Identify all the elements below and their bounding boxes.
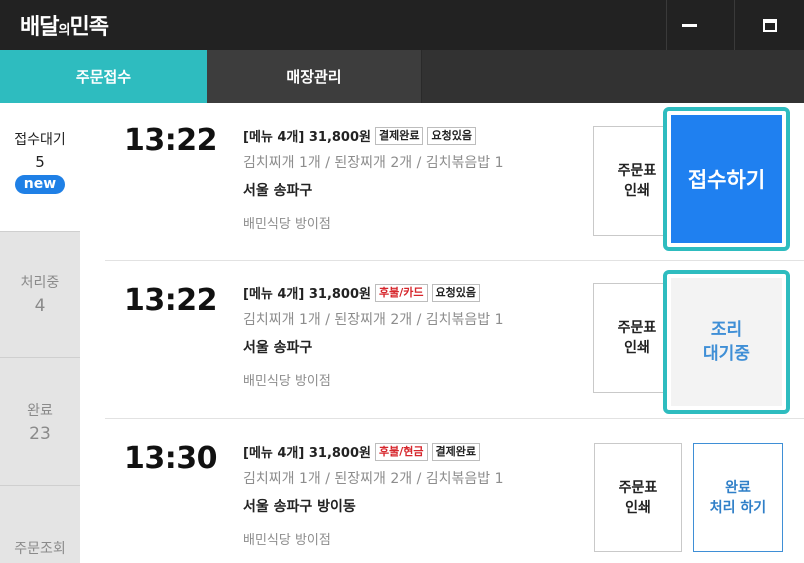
maximize-icon bbox=[762, 18, 777, 32]
sidebar-item-count: 5 bbox=[35, 153, 45, 171]
sidebar-item-label: 완료 bbox=[27, 403, 53, 419]
order-address: 서울 송파구 bbox=[243, 340, 313, 356]
minimize-button[interactable] bbox=[666, 0, 712, 50]
sidebar-item-order-lookup[interactable]: 주문조회 bbox=[0, 485, 80, 563]
order-menu: 김치찌개 1개 / 된장찌개 2개 / 김치볶음밥 1 bbox=[243, 155, 504, 171]
sidebar-item-count: 23 bbox=[29, 424, 51, 444]
print-label-line1: 주문표 bbox=[617, 163, 657, 179]
payment-tag: 후불/현금 bbox=[375, 442, 428, 461]
payment-tag: 결제완료 bbox=[375, 126, 424, 145]
complete-label-line1: 완료 bbox=[725, 479, 751, 496]
order-time: 13:22 bbox=[124, 123, 218, 158]
print-label-line2: 인쇄 bbox=[625, 499, 651, 516]
accept-button-frame: 접수하기 bbox=[663, 107, 790, 251]
complete-label-line2: 처리 하기 bbox=[709, 499, 767, 516]
sidebar: 접수대기 5 new 처리중 4 완료 23 주문조회 bbox=[0, 103, 80, 563]
sidebar-item-completed[interactable]: 완료 23 bbox=[0, 357, 80, 485]
order-time: 13:30 bbox=[124, 441, 218, 476]
accept-label: 접수하기 bbox=[687, 168, 766, 192]
sidebar-item-count: 4 bbox=[34, 296, 46, 316]
cooking-label-line1: 조리 bbox=[710, 320, 743, 340]
title-bar: 배달의민족 bbox=[0, 0, 804, 50]
order-store: 배민식당 방이점 bbox=[243, 217, 331, 232]
sidebar-item-label: 접수대기 bbox=[14, 132, 66, 148]
cooking-status-frame: 조리 대기중 bbox=[663, 270, 790, 414]
payment-tag: 후불/카드 bbox=[375, 283, 428, 302]
main-tabs: 주문접수 매장관리 bbox=[0, 50, 804, 103]
order-store: 배민식당 방이점 bbox=[243, 533, 331, 548]
order-address: 서울 송파구 방이동 bbox=[243, 499, 356, 515]
cooking-label-line2: 대기중 bbox=[703, 344, 750, 364]
print-label-line2: 인쇄 bbox=[624, 183, 650, 199]
request-tag: 요청있음 bbox=[431, 283, 480, 302]
maximize-button[interactable] bbox=[734, 0, 804, 50]
cooking-waiting-button[interactable]: 조리 대기중 bbox=[671, 278, 782, 406]
order-time: 13:22 bbox=[124, 283, 218, 318]
print-label-line2: 인쇄 bbox=[624, 340, 650, 356]
order-info: [메뉴 4개] 31,800원 결제완료 요청있음 김치찌개 1개 / 된장찌개… bbox=[243, 126, 588, 232]
complete-order-button[interactable]: 완료 처리 하기 bbox=[693, 443, 783, 552]
order-store: 배민식당 방이점 bbox=[243, 374, 331, 389]
minimize-icon bbox=[682, 23, 697, 27]
accept-button[interactable]: 접수하기 bbox=[671, 115, 782, 243]
order-info: [메뉴 4개] 31,800원 후불/카드 요청있음 김치찌개 1개 / 된장찌… bbox=[243, 283, 588, 389]
tab-store-management[interactable]: 매장관리 bbox=[207, 50, 422, 103]
sidebar-item-label: 처리중 bbox=[20, 275, 60, 291]
order-row: 13:30 [메뉴 4개] 31,800원 후불/현금 결제완료 김치찌개 1개… bbox=[105, 419, 804, 563]
logo-text-small: 의 bbox=[58, 23, 70, 38]
order-menu: 김치찌개 1개 / 된장찌개 2개 / 김치볶음밥 1 bbox=[243, 312, 504, 328]
order-summary: [메뉴 4개] 31,800원 bbox=[243, 130, 371, 145]
order-summary: [메뉴 4개] 31,800원 bbox=[243, 287, 371, 302]
sidebar-item-processing[interactable]: 처리중 4 bbox=[0, 231, 80, 357]
order-summary: [메뉴 4개] 31,800원 bbox=[243, 446, 371, 461]
status-tag: 결제완료 bbox=[431, 442, 480, 461]
order-row: 13:22 [메뉴 4개] 31,800원 후불/카드 요청있음 김치찌개 1개… bbox=[105, 261, 804, 419]
logo-text-end: 민족 bbox=[69, 15, 108, 40]
app-logo: 배달의민족 bbox=[20, 9, 109, 41]
order-menu: 김치찌개 1개 / 된장찌개 2개 / 김치볶음밥 1 bbox=[243, 471, 504, 487]
sidebar-item-waiting[interactable]: 접수대기 5 new bbox=[0, 103, 80, 231]
order-address: 서울 송파구 bbox=[243, 183, 313, 199]
sidebar-item-label: 주문조회 bbox=[14, 541, 66, 557]
print-label-line1: 주문표 bbox=[617, 320, 657, 336]
order-row: 13:22 [메뉴 4개] 31,800원 결제완료 요청있음 김치찌개 1개 … bbox=[105, 103, 804, 261]
print-label-line1: 주문표 bbox=[618, 479, 658, 496]
request-tag: 요청있음 bbox=[427, 126, 476, 145]
print-order-button[interactable]: 주문표 인쇄 bbox=[594, 443, 682, 552]
logo-text-main: 배달 bbox=[20, 15, 59, 40]
new-badge: new bbox=[14, 175, 66, 194]
tab-order-receipt[interactable]: 주문접수 bbox=[0, 50, 207, 103]
order-info: [메뉴 4개] 31,800원 후불/현금 결제완료 김치찌개 1개 / 된장찌… bbox=[243, 442, 588, 548]
